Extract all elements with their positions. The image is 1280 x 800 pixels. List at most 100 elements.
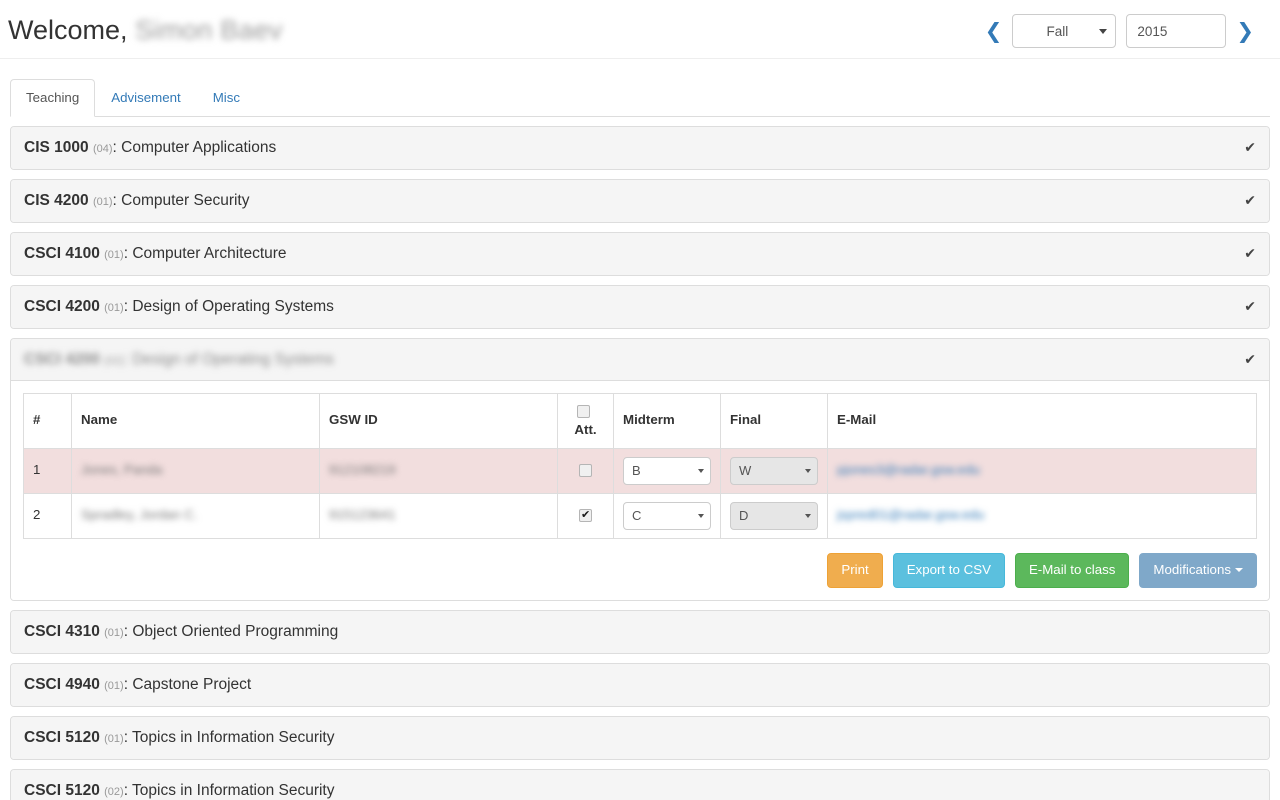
course-title: CSCI 5120 (02): Topics in Information Se…	[24, 782, 334, 799]
export-csv-button[interactable]: Export to CSV	[892, 552, 1005, 588]
course-panel-header[interactable]: CSCI 4200 (01): Design of Operating Syst…	[11, 286, 1269, 328]
final-select-wrap: ABCDFWI	[730, 456, 818, 485]
final-grade-select[interactable]: ABCDFWI	[730, 456, 818, 485]
page-root: Welcome, Simon Baev ❮ FallSpringSummer ❯…	[0, 0, 1280, 800]
course-panel-header[interactable]: CSCI 5120 (01): Topics in Information Se…	[11, 716, 1269, 759]
course-panel-header[interactable]: CSCI 5120 (02): Topics in Information Se…	[11, 769, 1269, 800]
course-panel-header[interactable]: CSCI 4940 (01): Capstone Project	[11, 663, 1269, 706]
course-section: (01)	[92, 196, 113, 209]
check-icon: ✔	[1244, 351, 1256, 368]
roster-panel-body: # Name GSW ID Att. Midterm Final E-Mail …	[11, 381, 1269, 600]
course-panel: CIS 4200 (01): Computer Security ✔	[10, 179, 1270, 223]
course-panel-header-expanded[interactable]: CSCI 4200 (02): Design of Operating Syst…	[11, 339, 1269, 381]
col-header-name: Name	[71, 393, 320, 449]
course-panel-header[interactable]: CSCI 4100 (01): Computer Architecture ✔	[11, 233, 1269, 275]
course-name: : Capstone Project	[123, 676, 252, 694]
user-name: Simon Baev	[135, 15, 283, 46]
course-name: : Computer Security	[112, 192, 250, 210]
course-section: (04)	[92, 143, 113, 156]
roster-actions: Print Export to CSV E-Mail to class Modi…	[23, 552, 1257, 588]
course-code: CSCI 4940	[24, 676, 100, 694]
course-title: CSCI 4100 (01): Computer Architecture	[24, 245, 287, 262]
midterm-grade-select[interactable]: ABCDFWI	[623, 501, 711, 530]
course-section: (01)	[104, 733, 124, 746]
col-header-midterm: Midterm	[613, 393, 721, 449]
tab-bar: Teaching Advisement Misc	[10, 79, 1270, 117]
email-class-button[interactable]: E-Mail to class	[1014, 552, 1130, 588]
course-name: : Topics in Information Security	[123, 782, 335, 800]
student-name: Jones, Panda	[71, 447, 320, 494]
student-email[interactable]: jspred01@radar.gsw.edu	[827, 492, 1257, 539]
student-gsw-id: 915123641	[319, 492, 558, 539]
midterm-cell: ABCDFWI	[613, 447, 721, 494]
row-number: 2	[23, 492, 72, 539]
attendance-cell	[557, 447, 614, 494]
course-name: : Object Oriented Programming	[123, 623, 339, 641]
course-title: CIS 4200 (01): Computer Security	[24, 192, 249, 209]
check-icon: ✔	[1244, 299, 1256, 315]
term-controls: ❮ FallSpringSummer ❯	[985, 14, 1270, 48]
course-title: CSCI 4310 (01): Object Oriented Programm…	[24, 623, 338, 640]
next-term-button[interactable]: ❯	[1236, 20, 1254, 42]
midterm-cell: ABCDFWI	[613, 492, 721, 539]
course-panel: CSCI 5120 (01): Topics in Information Se…	[10, 715, 1270, 760]
course-section: (01)	[104, 249, 124, 262]
course-panel: CSCI 4200 (01): Design of Operating Syst…	[10, 285, 1270, 329]
table-row: 1Jones, Panda912108219 ABCDFWI ABCDFWI pjon…	[23, 447, 1257, 494]
welcome-text: Welcome,	[8, 15, 128, 46]
term-select-wrap: FallSpringSummer	[1012, 14, 1117, 48]
course-panel-header[interactable]: CIS 1000 (04): Computer Applications ✔	[11, 127, 1269, 169]
check-icon: ✔	[1244, 140, 1256, 156]
prev-term-button[interactable]: ❮	[985, 20, 1003, 42]
page-header: Welcome, Simon Baev ❮ FallSpringSummer ❯	[0, 0, 1280, 54]
term-select[interactable]: FallSpringSummer	[1012, 14, 1117, 48]
tab-teaching[interactable]: Teaching	[10, 79, 96, 117]
course-panel-expanded: CSCI 4200 (02): Design of Operating Syst…	[10, 338, 1270, 601]
student-email[interactable]: pjones3@radar.gsw.edu	[827, 447, 1257, 494]
course-section: (01)	[104, 627, 124, 640]
print-button[interactable]: Print	[827, 552, 883, 588]
course-panel: CIS 1000 (04): Computer Applications ✔	[10, 126, 1270, 170]
select-all-checkbox[interactable]	[576, 404, 590, 418]
modifications-dropdown-button[interactable]: Modifications	[1139, 552, 1257, 588]
course-title: CSCI 5120 (01): Topics in Information Se…	[24, 729, 334, 746]
col-header-att-label: Att.	[574, 421, 597, 437]
course-title: CIS 1000 (04): Computer Applications	[24, 139, 276, 156]
row-number: 1	[23, 447, 72, 494]
midterm-select-wrap: ABCDFWI	[623, 501, 711, 530]
course-code: CSCI 4200	[24, 298, 100, 316]
final-grade-select[interactable]: ABCDFWI	[730, 501, 818, 530]
attendance-checkbox[interactable]	[579, 464, 592, 478]
roster-body: 1Jones, Panda912108219 ABCDFWI ABCDFWI pjon…	[23, 447, 1257, 539]
main-content: Teaching Advisement Misc CIS 1000 (04): Co…	[0, 79, 1280, 800]
year-input[interactable]	[1126, 14, 1227, 48]
course-name: : Design of Operating Systems	[123, 298, 334, 316]
final-select-wrap: ABCDFWI	[730, 501, 818, 530]
course-panel-header[interactable]: CIS 4200 (01): Computer Security ✔	[11, 180, 1269, 222]
course-section: (01)	[104, 680, 124, 693]
course-title: CSCI 4940 (01): Capstone Project	[24, 676, 251, 693]
course-code: CSCI 5120	[24, 729, 100, 747]
course-code: CSCI 4310	[24, 623, 100, 641]
table-row: 2Spradley, Jordan C.915123641 ABCDFWI ABCD…	[23, 492, 1257, 539]
col-header-email: E-Mail	[827, 393, 1257, 449]
midterm-select-wrap: ABCDFWI	[623, 456, 711, 485]
tab-advisement[interactable]: Advisement	[95, 79, 196, 117]
roster-table: # Name GSW ID Att. Midterm Final E-Mail …	[23, 393, 1257, 539]
course-code: CSCI 4100	[24, 245, 100, 263]
chevron-down-icon	[1235, 568, 1243, 573]
course-section: (01)	[104, 302, 124, 315]
course-name: : Design of Operating Systems	[123, 350, 334, 368]
attendance-checkbox[interactable]	[579, 507, 592, 523]
attendance-cell	[557, 492, 614, 539]
course-list: CIS 1000 (04): Computer Applications ✔ CIS…	[10, 126, 1270, 329]
course-panel: CSCI 5120 (02): Topics in Information Se…	[10, 768, 1270, 800]
course-panel-header[interactable]: CSCI 4310 (01): Object Oriented Programm…	[11, 610, 1269, 653]
tab-misc[interactable]: Misc	[197, 79, 256, 117]
course-name: : Computer Architecture	[123, 245, 287, 263]
modifications-label: Modifications	[1153, 561, 1231, 577]
course-code: CSCI 5120	[24, 782, 100, 800]
midterm-grade-select[interactable]: ABCDFWI	[623, 456, 711, 485]
page-title: Welcome, Simon Baev	[8, 15, 283, 46]
course-section: (02)	[104, 354, 124, 367]
